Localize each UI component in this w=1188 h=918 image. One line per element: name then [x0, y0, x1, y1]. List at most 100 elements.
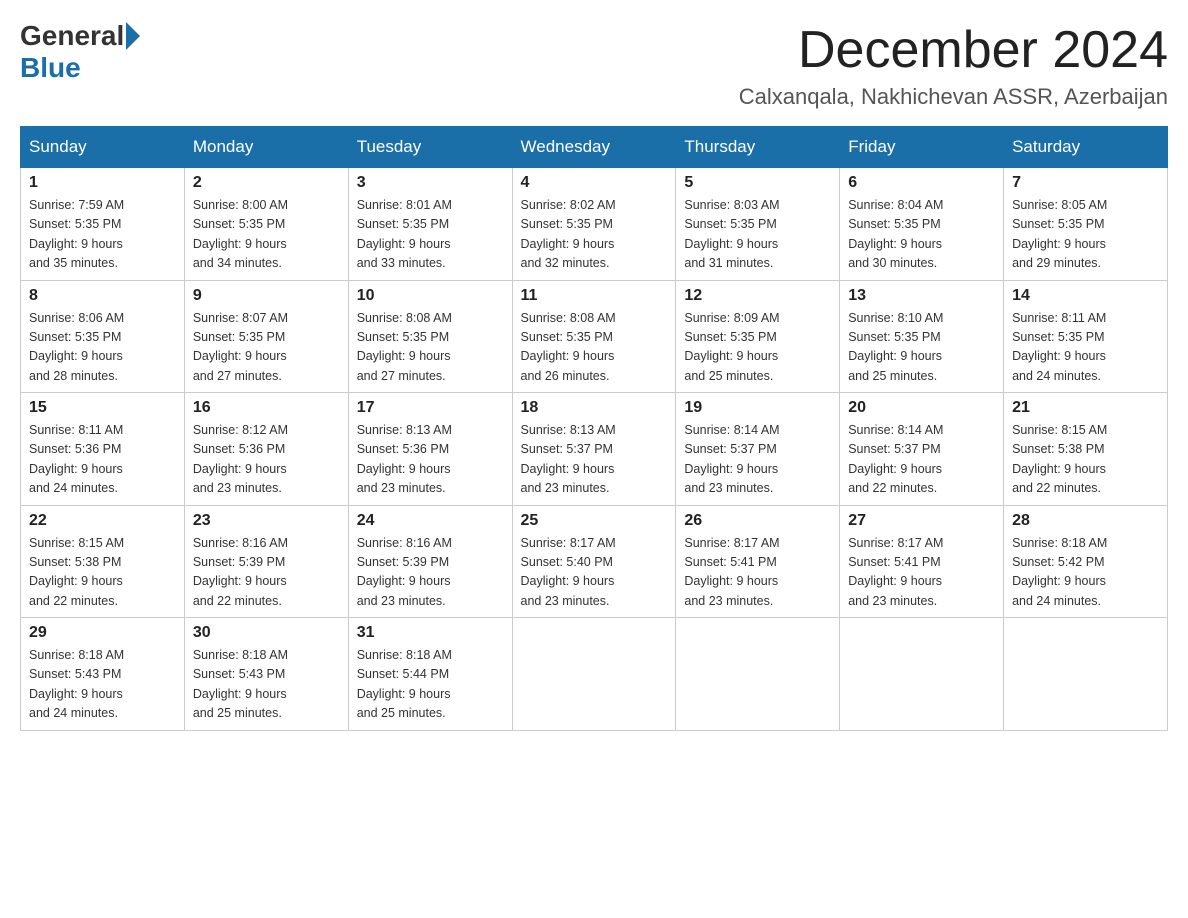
calendar-cell: 22Sunrise: 8:15 AMSunset: 5:38 PMDayligh…	[21, 505, 185, 618]
calendar-cell: 7 Sunrise: 8:05 AMSunset: 5:35 PMDaylight…	[1004, 168, 1168, 281]
day-info: Sunrise: 8:12 AMSunset: 5:36 PMDaylight:…	[193, 421, 340, 499]
day-info: Sunrise: 8:14 AMSunset: 5:37 PMDaylight:…	[684, 421, 831, 499]
day-info: Sunrise: 8:05 AMSunset: 5:35 PMDaylight:…	[1012, 196, 1159, 274]
day-number: 8	[29, 287, 176, 305]
day-number: 21	[1012, 399, 1159, 417]
day-number: 7	[1012, 174, 1159, 192]
logo-arrow-icon	[126, 22, 140, 50]
day-info: Sunrise: 8:09 AMSunset: 5:35 PMDaylight:…	[684, 309, 831, 387]
day-of-week-header: Wednesday	[512, 127, 676, 168]
calendar-cell: 8 Sunrise: 8:06 AMSunset: 5:35 PMDaylight…	[21, 280, 185, 393]
day-number: 1	[29, 174, 176, 192]
day-number: 16	[193, 399, 340, 417]
day-number: 6	[848, 174, 995, 192]
day-number: 11	[521, 287, 668, 305]
calendar-cell: 17 Sunrise: 8:13 AMSunset: 5:36 PMDayligh…	[348, 393, 512, 506]
calendar-week-row: 22Sunrise: 8:15 AMSunset: 5:38 PMDayligh…	[21, 505, 1168, 618]
day-of-week-header: Thursday	[676, 127, 840, 168]
calendar-cell: 5Sunrise: 8:03 AMSunset: 5:35 PMDaylight…	[676, 168, 840, 281]
calendar-cell: 30 Sunrise: 8:18 AMSunset: 5:43 PMDayligh…	[184, 618, 348, 731]
day-number: 17	[357, 399, 504, 417]
calendar-week-row: 29 Sunrise: 8:18 AMSunset: 5:43 PMDayligh…	[21, 618, 1168, 731]
day-info: Sunrise: 8:04 AMSunset: 5:35 PMDaylight:…	[848, 196, 995, 274]
calendar-cell: 19 Sunrise: 8:14 AMSunset: 5:37 PMDayligh…	[676, 393, 840, 506]
calendar-cell: 25Sunrise: 8:17 AMSunset: 5:40 PMDayligh…	[512, 505, 676, 618]
day-number: 9	[193, 287, 340, 305]
day-number: 19	[684, 399, 831, 417]
day-info: Sunrise: 8:02 AMSunset: 5:35 PMDaylight:…	[521, 196, 668, 274]
day-number: 30	[193, 624, 340, 642]
calendar-cell: 28 Sunrise: 8:18 AMSunset: 5:42 PMDayligh…	[1004, 505, 1168, 618]
day-number: 31	[357, 624, 504, 642]
day-info: Sunrise: 8:18 AMSunset: 5:43 PMDaylight:…	[29, 646, 176, 724]
day-info: Sunrise: 8:11 AMSunset: 5:36 PMDaylight:…	[29, 421, 176, 499]
calendar-cell: 6 Sunrise: 8:04 AMSunset: 5:35 PMDaylight…	[840, 168, 1004, 281]
day-number: 24	[357, 512, 504, 530]
day-info: Sunrise: 8:07 AMSunset: 5:35 PMDaylight:…	[193, 309, 340, 387]
day-of-week-header: Saturday	[1004, 127, 1168, 168]
day-info: Sunrise: 8:08 AMSunset: 5:35 PMDaylight:…	[521, 309, 668, 387]
day-info: Sunrise: 8:15 AMSunset: 5:38 PMDaylight:…	[1012, 421, 1159, 499]
day-info: Sunrise: 8:00 AMSunset: 5:35 PMDaylight:…	[193, 196, 340, 274]
page-header: General Blue December 2024 Calxanqala, N…	[20, 20, 1168, 110]
calendar-header: SundayMondayTuesdayWednesdayThursdayFrid…	[21, 127, 1168, 168]
calendar-cell: 24 Sunrise: 8:16 AMSunset: 5:39 PMDayligh…	[348, 505, 512, 618]
calendar-cell: 12Sunrise: 8:09 AMSunset: 5:35 PMDayligh…	[676, 280, 840, 393]
day-number: 3	[357, 174, 504, 192]
day-info: Sunrise: 8:08 AMSunset: 5:35 PMDaylight:…	[357, 309, 504, 387]
day-number: 20	[848, 399, 995, 417]
day-info: Sunrise: 8:13 AMSunset: 5:37 PMDaylight:…	[521, 421, 668, 499]
calendar-cell: 1 Sunrise: 7:59 AMSunset: 5:35 PMDaylight…	[21, 168, 185, 281]
calendar-cell: 13 Sunrise: 8:10 AMSunset: 5:35 PMDayligh…	[840, 280, 1004, 393]
title-block: December 2024 Calxanqala, Nakhichevan AS…	[739, 20, 1168, 110]
logo-blue-text: Blue	[20, 52, 81, 84]
day-number: 2	[193, 174, 340, 192]
calendar-cell	[1004, 618, 1168, 731]
day-number: 26	[684, 512, 831, 530]
day-of-week-header: Friday	[840, 127, 1004, 168]
day-info: Sunrise: 8:18 AMSunset: 5:43 PMDaylight:…	[193, 646, 340, 724]
calendar-body: 1 Sunrise: 7:59 AMSunset: 5:35 PMDaylight…	[21, 168, 1168, 731]
calendar-table: SundayMondayTuesdayWednesdayThursdayFrid…	[20, 126, 1168, 731]
day-info: Sunrise: 8:01 AMSunset: 5:35 PMDaylight:…	[357, 196, 504, 274]
day-of-week-header: Tuesday	[348, 127, 512, 168]
logo: General Blue	[20, 20, 142, 84]
calendar-cell: 3 Sunrise: 8:01 AMSunset: 5:35 PMDaylight…	[348, 168, 512, 281]
day-info: Sunrise: 7:59 AMSunset: 5:35 PMDaylight:…	[29, 196, 176, 274]
day-number: 23	[193, 512, 340, 530]
calendar-cell: 18Sunrise: 8:13 AMSunset: 5:37 PMDayligh…	[512, 393, 676, 506]
day-number: 13	[848, 287, 995, 305]
calendar-cell: 16 Sunrise: 8:12 AMSunset: 5:36 PMDayligh…	[184, 393, 348, 506]
calendar-week-row: 1 Sunrise: 7:59 AMSunset: 5:35 PMDaylight…	[21, 168, 1168, 281]
day-number: 5	[684, 174, 831, 192]
calendar-cell: 27 Sunrise: 8:17 AMSunset: 5:41 PMDayligh…	[840, 505, 1004, 618]
calendar-cell: 26 Sunrise: 8:17 AMSunset: 5:41 PMDayligh…	[676, 505, 840, 618]
day-info: Sunrise: 8:18 AMSunset: 5:42 PMDaylight:…	[1012, 534, 1159, 612]
day-info: Sunrise: 8:17 AMSunset: 5:41 PMDaylight:…	[848, 534, 995, 612]
day-number: 29	[29, 624, 176, 642]
calendar-cell: 20 Sunrise: 8:14 AMSunset: 5:37 PMDayligh…	[840, 393, 1004, 506]
day-info: Sunrise: 8:16 AMSunset: 5:39 PMDaylight:…	[357, 534, 504, 612]
calendar-cell: 29 Sunrise: 8:18 AMSunset: 5:43 PMDayligh…	[21, 618, 185, 731]
calendar-week-row: 15Sunrise: 8:11 AMSunset: 5:36 PMDayligh…	[21, 393, 1168, 506]
day-number: 4	[521, 174, 668, 192]
calendar-cell: 9 Sunrise: 8:07 AMSunset: 5:35 PMDaylight…	[184, 280, 348, 393]
logo-text: General	[20, 20, 142, 52]
logo-blue-label: Blue	[20, 52, 81, 83]
day-info: Sunrise: 8:14 AMSunset: 5:37 PMDaylight:…	[848, 421, 995, 499]
day-number: 25	[521, 512, 668, 530]
day-info: Sunrise: 8:13 AMSunset: 5:36 PMDaylight:…	[357, 421, 504, 499]
day-number: 22	[29, 512, 176, 530]
calendar-cell: 23Sunrise: 8:16 AMSunset: 5:39 PMDayligh…	[184, 505, 348, 618]
day-info: Sunrise: 8:11 AMSunset: 5:35 PMDaylight:…	[1012, 309, 1159, 387]
calendar-cell: 10Sunrise: 8:08 AMSunset: 5:35 PMDayligh…	[348, 280, 512, 393]
day-of-week-header: Monday	[184, 127, 348, 168]
calendar-cell: 15Sunrise: 8:11 AMSunset: 5:36 PMDayligh…	[21, 393, 185, 506]
day-info: Sunrise: 8:17 AMSunset: 5:41 PMDaylight:…	[684, 534, 831, 612]
calendar-cell	[512, 618, 676, 731]
day-number: 27	[848, 512, 995, 530]
day-number: 28	[1012, 512, 1159, 530]
day-info: Sunrise: 8:06 AMSunset: 5:35 PMDaylight:…	[29, 309, 176, 387]
day-info: Sunrise: 8:10 AMSunset: 5:35 PMDaylight:…	[848, 309, 995, 387]
calendar-cell: 21 Sunrise: 8:15 AMSunset: 5:38 PMDayligh…	[1004, 393, 1168, 506]
